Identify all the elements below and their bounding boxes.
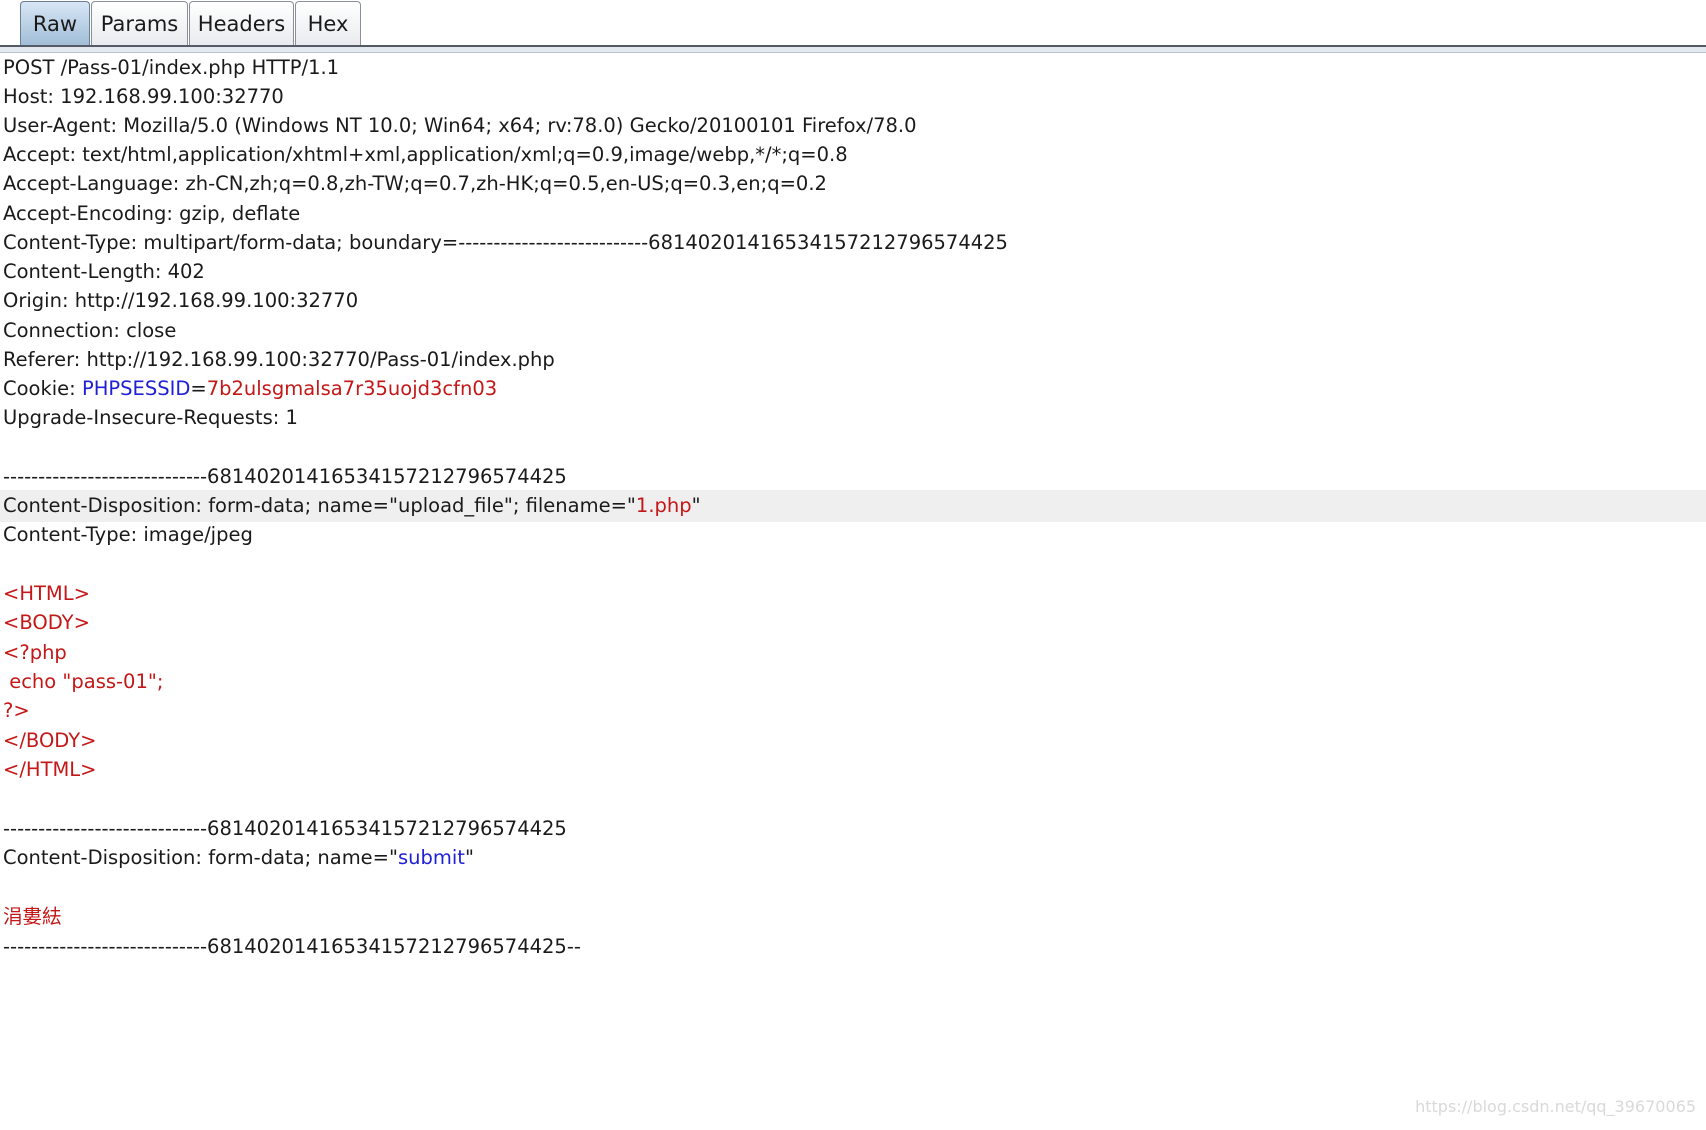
header-connection: Connection: close: [3, 319, 177, 342]
tab-hex[interactable]: Hex: [295, 1, 361, 45]
submit-field-name: submit: [398, 846, 465, 869]
watermark-text: https://blog.csdn.net/qq_39670065: [1415, 1097, 1696, 1116]
payload-line: ?>: [3, 699, 30, 722]
cookie-label: Cookie:: [3, 377, 82, 400]
header-accept: Accept: text/html,application/xhtml+xml,…: [3, 143, 848, 166]
header-content-length: Content-Length: 402: [3, 260, 205, 283]
payload-line: <BODY>: [3, 611, 90, 634]
disposition-file-prefix: Content-Disposition: form-data; name="up…: [3, 494, 636, 517]
tab-raw[interactable]: Raw: [20, 1, 90, 47]
cookie-equals: =: [190, 377, 207, 400]
header-host: Host: 192.168.99.100:32770: [3, 85, 284, 108]
disposition-submit-suffix: ": [464, 846, 474, 869]
header-upgrade-insecure: Upgrade-Insecure-Requests: 1: [3, 406, 298, 429]
raw-request-editor[interactable]: POST /Pass-01/index.php HTTP/1.1 Host: 1…: [0, 52, 1706, 1130]
payload-line: </HTML>: [3, 758, 97, 781]
payload-line: <?php: [3, 641, 67, 664]
cookie-name: PHPSESSID: [81, 377, 191, 400]
message-editor-tabbar: Raw Params Headers Hex: [0, 0, 1706, 53]
submit-value: 涓婁紶: [3, 905, 62, 928]
header-user-agent: User-Agent: Mozilla/5.0 (Windows NT 10.0…: [3, 114, 917, 137]
part-content-type: Content-Type: image/jpeg: [3, 523, 253, 546]
disposition-submit-prefix: Content-Disposition: form-data; name=": [3, 846, 398, 869]
payload-line: </BODY>: [3, 729, 97, 752]
payload-line: <HTML>: [3, 582, 90, 605]
upload-filename: 1.php: [635, 494, 692, 517]
request-line: POST /Pass-01/index.php HTTP/1.1: [3, 56, 340, 79]
header-referer: Referer: http://192.168.99.100:32770/Pas…: [3, 348, 555, 371]
header-content-type: Content-Type: multipart/form-data; bound…: [3, 231, 1008, 254]
header-origin: Origin: http://192.168.99.100:32770: [3, 289, 359, 312]
boundary-line: -----------------------------68140201416…: [3, 817, 567, 840]
header-accept-language: Accept-Language: zh-CN,zh;q=0.8,zh-TW;q=…: [3, 172, 827, 195]
boundary-line: -----------------------------68140201416…: [3, 465, 567, 488]
payload-line: echo "pass-01";: [3, 670, 164, 693]
tab-headers[interactable]: Headers: [189, 1, 294, 45]
tab-params[interactable]: Params: [91, 1, 188, 45]
header-accept-encoding: Accept-Encoding: gzip, deflate: [3, 202, 301, 225]
cookie-value: 7b2ulsgmalsa7r35uojd3cfn03: [206, 377, 498, 400]
content-disposition-submit: Content-Disposition: form-data; name="su…: [0, 842, 1706, 874]
content-disposition-file: Content-Disposition: form-data; name="up…: [0, 490, 1706, 522]
boundary-end-line: -----------------------------68140201416…: [3, 935, 581, 958]
header-cookie: Cookie: PHPSESSID=7b2ulsgmalsa7r35uojd3c…: [0, 373, 1706, 405]
disposition-file-suffix: ": [691, 494, 701, 517]
